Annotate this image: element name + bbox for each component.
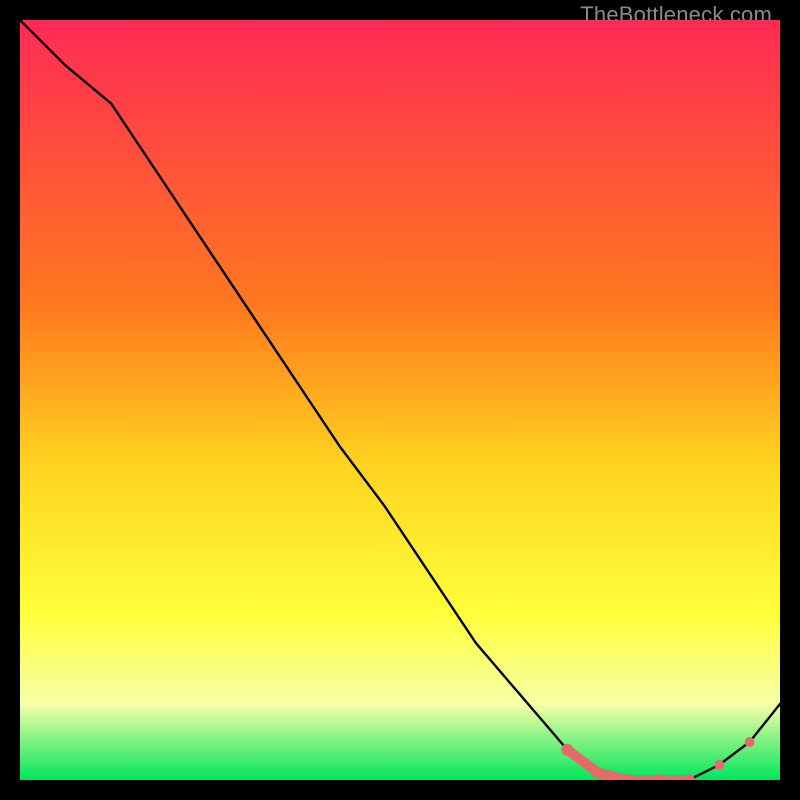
chart-canvas <box>20 20 780 780</box>
highlight-dot <box>745 737 755 747</box>
highlight-dot <box>592 766 604 778</box>
gradient-background <box>20 20 780 780</box>
highlight-dot <box>714 760 724 770</box>
highlight-dot <box>561 744 573 756</box>
